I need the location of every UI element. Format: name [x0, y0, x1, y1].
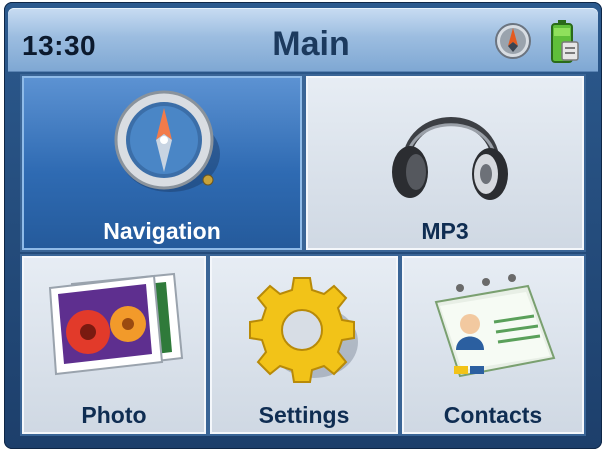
compass-icon	[114, 90, 220, 192]
tile-contacts[interactable]: Contacts	[400, 254, 586, 436]
tile-photo[interactable]: Photo	[20, 254, 208, 436]
tile-settings[interactable]: Settings	[208, 254, 400, 436]
headphones-icon	[392, 117, 508, 200]
tile-label: MP3	[421, 218, 469, 244]
tile-label: Navigation	[103, 218, 221, 244]
tile-navigation[interactable]: Navigation	[20, 74, 304, 252]
tile-mp3[interactable]: MP3	[304, 74, 586, 252]
photo-icon	[48, 272, 184, 376]
battery-icon	[551, 20, 579, 63]
gear-icon	[249, 277, 358, 383]
tile-label: Photo	[81, 402, 147, 428]
tile-label: Contacts	[443, 402, 543, 428]
tile-label: Settings	[258, 402, 350, 428]
compass-indicator-icon[interactable]	[494, 22, 532, 60]
contacts-icon	[434, 274, 556, 378]
